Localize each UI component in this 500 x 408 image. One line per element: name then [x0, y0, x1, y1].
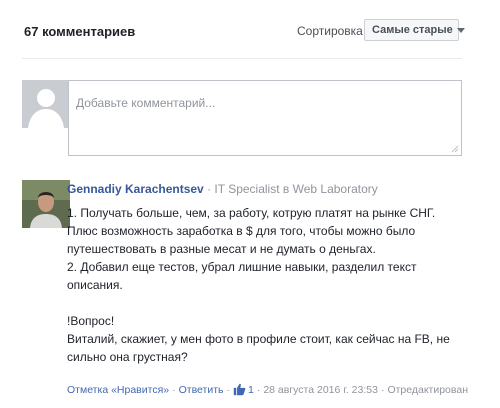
- author-separator: ·: [207, 182, 212, 196]
- action-separator: ·: [226, 383, 230, 396]
- comment-input[interactable]: Добавьте комментарий...: [68, 80, 462, 156]
- comment-date[interactable]: 28 августа 2016 г. 23:53: [263, 384, 378, 396]
- comment-author-line: Gennadiy Karachentsev · IT Specialist в …: [67, 182, 378, 196]
- author-avatar[interactable]: [22, 180, 70, 228]
- reply-link[interactable]: Ответить: [179, 384, 224, 396]
- comment-body: 1. Получать больше, чем, за работу, котр…: [67, 204, 462, 366]
- thumbs-up-icon[interactable]: [233, 383, 246, 396]
- action-separator: ·: [172, 383, 176, 396]
- like-link[interactable]: Отметка «Нравится»: [67, 384, 169, 396]
- comment-blank-line: [67, 294, 462, 312]
- header-divider: [22, 58, 462, 59]
- default-avatar-icon: [22, 80, 70, 128]
- likes-count[interactable]: 1: [248, 384, 254, 396]
- author-role: IT Specialist в Web Laboratory: [214, 182, 378, 196]
- comment-line: 2. Добавил еще тестов, убрал лишние навы…: [67, 260, 417, 292]
- resize-grip-icon[interactable]: [451, 145, 459, 153]
- author-name-link[interactable]: Gennadiy Karachentsev: [67, 182, 204, 196]
- comment-actions: Отметка «Нравится» · Ответить · 1 · 28 а…: [67, 383, 468, 396]
- action-separator: ·: [256, 383, 261, 396]
- sort-label: Сортировка: [297, 24, 363, 38]
- sort-value: Самые старые: [372, 24, 453, 36]
- sort-dropdown[interactable]: Самые старые: [364, 19, 465, 41]
- edited-label: Отредактирован: [387, 383, 468, 396]
- comment-line: !Вопрос!: [67, 314, 115, 328]
- comments-header: 67 комментариев Сортировка Самые старые: [0, 18, 500, 48]
- comment-input-placeholder: Добавьте комментарий...: [76, 96, 216, 110]
- action-separator: ·: [380, 383, 385, 396]
- comment-count: 67 комментариев: [24, 24, 136, 39]
- comment-line: 1. Получать больше, чем, за работу, котр…: [67, 206, 436, 256]
- chevron-down-icon: [456, 27, 465, 33]
- comment-line: Виталий, скажиет, у мен фото в профиле с…: [67, 332, 450, 364]
